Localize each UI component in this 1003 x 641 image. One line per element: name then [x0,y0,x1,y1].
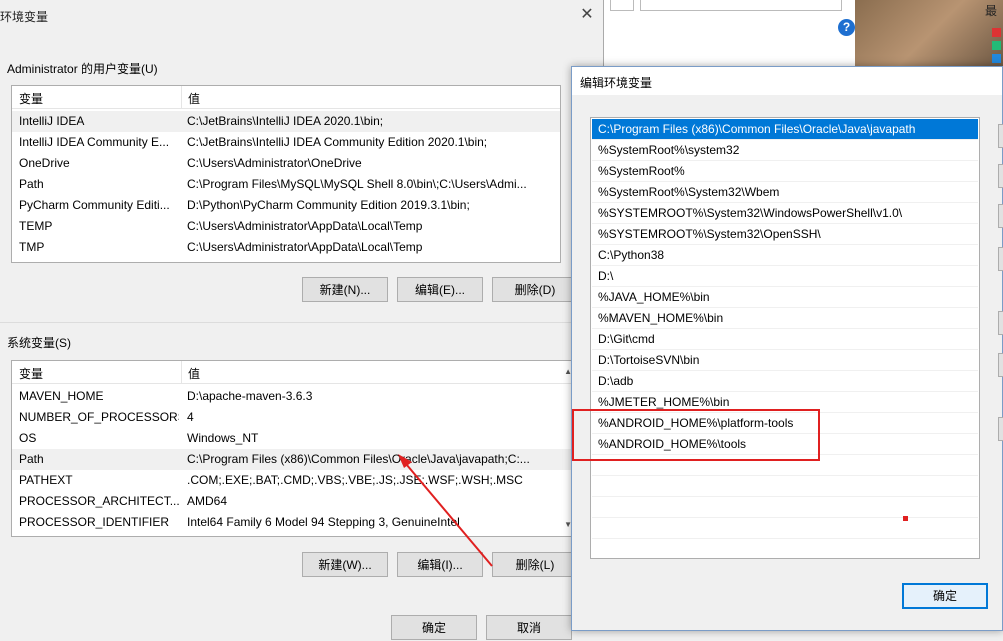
annotation-arrow [398,454,493,567]
